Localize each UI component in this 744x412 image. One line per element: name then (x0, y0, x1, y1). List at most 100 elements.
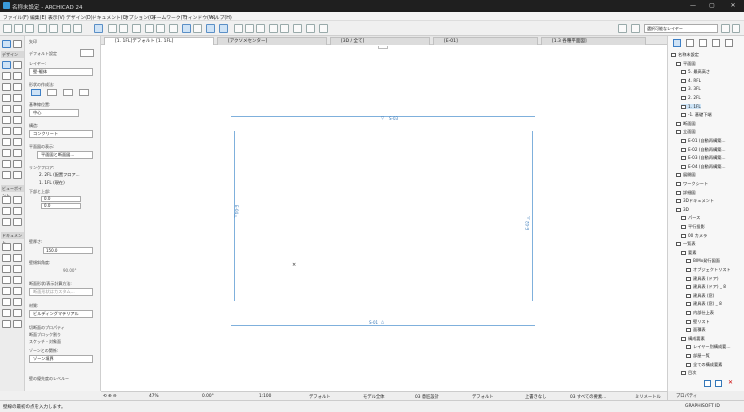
wall-tool-icon[interactable] (2, 61, 11, 69)
elevation-icon[interactable] (169, 24, 178, 33)
roof-tool-icon[interactable] (2, 83, 11, 91)
tree-item[interactable]: 立面図 (676, 129, 696, 135)
open-file-icon[interactable] (14, 24, 23, 33)
maximize-button[interactable]: ▢ (705, 2, 719, 9)
label-tool-icon[interactable] (13, 265, 22, 273)
dormer-icon[interactable] (13, 171, 22, 179)
undo-view-icon[interactable]: ⟲ ⊕ ⊖ (103, 394, 117, 399)
project-map-icon[interactable] (673, 39, 681, 47)
clone-view-icon[interactable] (715, 380, 722, 387)
beam-tool-icon[interactable] (2, 72, 11, 80)
tab-e01[interactable]: [E-01] (433, 37, 538, 45)
tree-item[interactable]: 面積表 (686, 327, 706, 333)
floor-plan-display-select[interactable]: 平面図と断面図... (37, 151, 93, 159)
view-icon[interactable] (145, 24, 154, 33)
flag-icon[interactable] (293, 24, 302, 33)
grid-tool-icon[interactable] (13, 320, 22, 328)
angle-value[interactable]: 0.00° (202, 394, 214, 399)
tab-floor-plans[interactable]: [1.3 各種平面図] (541, 37, 646, 45)
menu-document[interactable]: ドキュメント(C) (92, 14, 128, 21)
tree-item[interactable]: レイヤー別構成要… (686, 344, 731, 350)
material-select[interactable]: ビルディングマテリアル (29, 310, 93, 318)
magic-wand-icon[interactable] (94, 24, 103, 33)
top-story-value[interactable]: 2. 2FL (配置フロア... (39, 172, 80, 178)
more-icon[interactable] (732, 24, 740, 33)
redo-icon[interactable] (49, 24, 58, 33)
railing-tool-icon[interactable] (13, 94, 22, 102)
trace-icon[interactable] (182, 24, 191, 33)
line-tool-icon[interactable] (73, 24, 82, 33)
undo-icon[interactable] (38, 24, 47, 33)
tree-item[interactable]: 断面図 (676, 121, 696, 127)
guide-icon[interactable] (119, 24, 128, 33)
tree-item[interactable]: 要素 (681, 250, 696, 256)
end-tool-icon[interactable] (13, 160, 22, 168)
straight-wall-icon[interactable] (31, 89, 41, 96)
graphisoft-id-button[interactable]: GRAPHISOFT ID (685, 404, 720, 409)
tree-item[interactable]: -1. 基礎下端 (681, 112, 712, 118)
render-icon[interactable] (319, 24, 328, 33)
layout-book-icon[interactable] (618, 24, 627, 33)
mesh-tool-icon[interactable] (2, 149, 11, 157)
detail-tool-icon[interactable] (2, 218, 11, 226)
polyline-tool-icon[interactable] (13, 287, 22, 295)
scale-value[interactable]: 1:100 (259, 394, 271, 399)
tree-item[interactable]: E-03 (自動再構築… (681, 155, 726, 161)
section-tool-icon[interactable] (2, 196, 11, 204)
section-icon[interactable] (156, 24, 165, 33)
tree-item[interactable]: 00 カメラ (681, 233, 707, 239)
new-file-icon[interactable] (3, 24, 12, 33)
design-section[interactable]: デザイン (1, 51, 24, 58)
fit-icon[interactable] (256, 24, 265, 33)
curtain-wall-tool-icon[interactable] (2, 105, 11, 113)
tree-item[interactable]: 展開図 (676, 172, 696, 178)
thickness-input[interactable]: 150.0 (43, 247, 93, 254)
window-tool-icon[interactable] (13, 116, 22, 124)
lamp-tool-icon[interactable] (2, 138, 11, 146)
save-icon[interactable] (25, 24, 34, 33)
tree-item[interactable]: 3D (676, 207, 689, 212)
tab-axonometric[interactable]: [アクソメセンター] (217, 37, 327, 45)
tree-item[interactable]: 4. RFL (681, 78, 701, 83)
marker-left-icon[interactable]: ▷ (234, 213, 237, 218)
publisher-icon[interactable] (712, 39, 720, 47)
tree-item[interactable]: BIMx発行図面 (686, 258, 720, 264)
tree-item[interactable]: 建具表 (ドア) (686, 276, 719, 282)
view-map-icon[interactable] (686, 39, 694, 47)
drawing-canvas[interactable]: ▽ S-03 △ S-01 E-04 ▷ E-02 ◁ × (101, 45, 667, 391)
delete-icon[interactable]: ✕ (728, 379, 733, 386)
level-dimension-icon[interactable] (13, 243, 22, 251)
document-section[interactable]: ドキュメント (1, 232, 24, 245)
spline-tool-icon[interactable] (2, 309, 11, 317)
tree-item[interactable]: ワークシート (676, 181, 708, 187)
measure-icon[interactable] (206, 24, 215, 33)
orbit-icon[interactable] (280, 24, 289, 33)
3d-document-icon[interactable] (13, 218, 22, 226)
rotate-icon[interactable] (269, 24, 278, 33)
tree-item[interactable]: 構成要素 (681, 336, 705, 342)
zoom-in-icon[interactable] (234, 24, 243, 33)
marker-right-icon[interactable]: ◁ (527, 215, 530, 220)
properties-label[interactable]: プロパティ (676, 393, 697, 399)
marquee-tool-icon[interactable] (13, 40, 22, 48)
radial-dimension-icon[interactable] (2, 254, 11, 262)
menu-design[interactable]: デザイン(D) (66, 14, 93, 21)
structure-select[interactable]: コンクリート (29, 130, 93, 138)
trace-ref-icon[interactable] (193, 24, 202, 33)
column-tool-icon[interactable] (13, 61, 22, 69)
settings-dialog-button[interactable] (80, 49, 94, 57)
zone-tool-icon[interactable] (13, 138, 22, 146)
tree-item[interactable]: 内部仕上表 (686, 310, 714, 316)
worksheet-tool-icon[interactable] (13, 207, 22, 215)
tree-item[interactable]: 壁リスト (686, 319, 710, 325)
tree-item[interactable]: E-04 (自動再構築… (681, 164, 726, 170)
tree-item[interactable]: 名称未設定 (671, 52, 699, 58)
tree-item[interactable]: 1. 1FL (681, 103, 701, 109)
close-button[interactable]: ✕ (726, 2, 740, 9)
tree-item[interactable]: 詳細図 (676, 190, 696, 196)
angle-dimension-icon[interactable] (13, 254, 22, 262)
object-tool-icon[interactable] (13, 127, 22, 135)
tree-item[interactable]: 5. 最高高さ (681, 69, 710, 75)
fill-tool-icon[interactable] (2, 276, 11, 284)
snap-icon[interactable] (108, 24, 117, 33)
